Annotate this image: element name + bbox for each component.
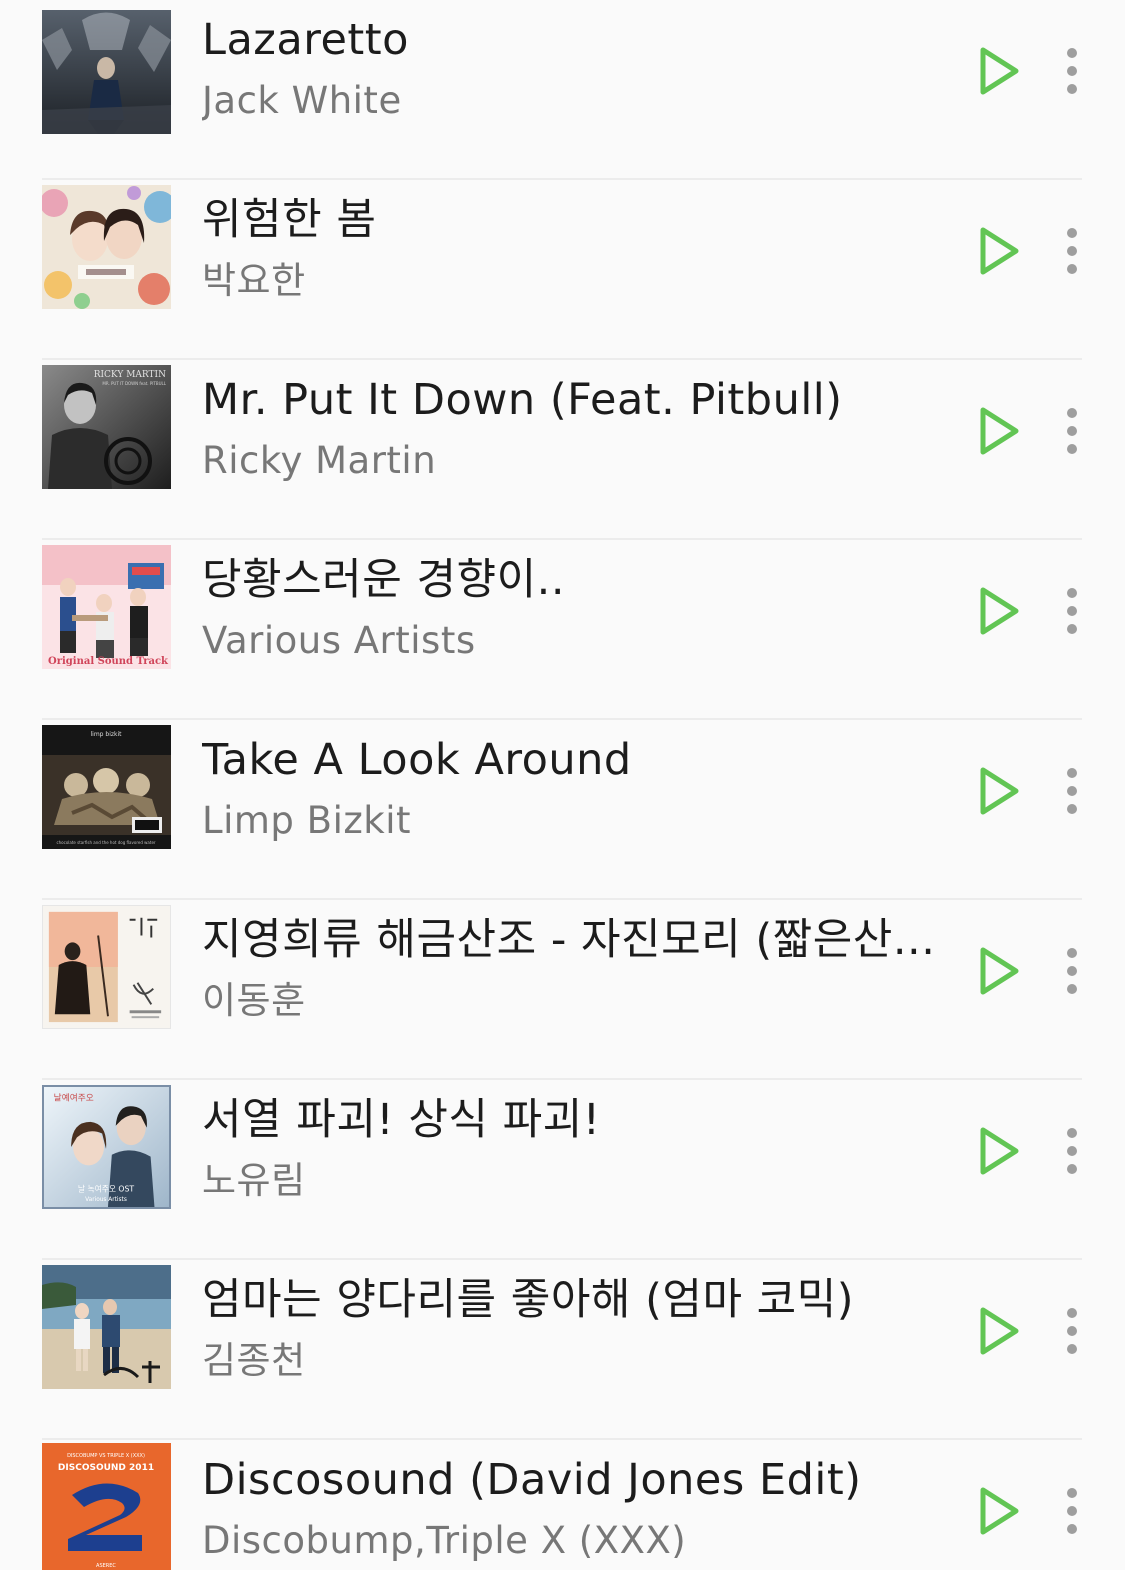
track-artist: Jack White bbox=[202, 79, 402, 122]
track-title: Take A Look Around bbox=[202, 735, 632, 785]
album-art-ricky-martin: RICKY MARTIN MR. PUT IT DOWN feat. PITBU… bbox=[42, 365, 171, 489]
track-title: 지영희류 해금산조 - 자진모리 (짧은산... bbox=[202, 915, 936, 965]
track-row[interactable]: DISCOBUMP VS TRIPLE X (XXX) DISCOSOUND 2… bbox=[0, 1440, 1125, 1570]
play-icon bbox=[980, 767, 1019, 815]
track-title: 엄마는 양다리를 좋아해 (엄마 코믹) bbox=[202, 1275, 855, 1325]
track-row[interactable]: 지영희류 해금산조 - 자진모리 (짧은산... 이동훈 bbox=[0, 900, 1125, 1080]
play-icon bbox=[980, 227, 1019, 275]
more-vertical-icon bbox=[1067, 1308, 1077, 1354]
play-button[interactable] bbox=[972, 404, 1026, 458]
track-artist: 박요한 bbox=[202, 259, 306, 302]
more-vertical-icon bbox=[1067, 228, 1077, 274]
more-vertical-icon bbox=[1067, 408, 1077, 454]
more-vertical-icon bbox=[1067, 1128, 1077, 1174]
play-icon bbox=[980, 587, 1019, 635]
track-title: Mr. Put It Down (Feat. Pitbull) bbox=[202, 375, 843, 425]
play-button[interactable] bbox=[972, 944, 1026, 998]
track-artist: 김종천 bbox=[202, 1339, 306, 1382]
play-button[interactable] bbox=[972, 1484, 1026, 1538]
more-vertical-icon bbox=[1067, 588, 1077, 634]
more-options-button[interactable] bbox=[1052, 1126, 1092, 1176]
more-options-button[interactable] bbox=[1052, 46, 1092, 96]
album-art-subtext: DISCOBUMP VS TRIPLE X (XXX) bbox=[67, 1453, 145, 1459]
album-art-lazaretto bbox=[42, 10, 171, 134]
track-title: 서열 파괴! 상식 파괴! bbox=[202, 1095, 601, 1145]
more-vertical-icon bbox=[1067, 768, 1077, 814]
more-options-button[interactable] bbox=[1052, 1486, 1092, 1536]
track-title: 위험한 봄 bbox=[202, 195, 377, 245]
album-art-haegeum bbox=[42, 905, 171, 1029]
track-row[interactable]: 날예여주오 날 녹여주오 OST Various Artists 서열 파괴! … bbox=[0, 1080, 1125, 1260]
play-icon bbox=[980, 1307, 1019, 1355]
play-icon bbox=[980, 407, 1019, 455]
album-art-subtext: Various Artists bbox=[85, 1197, 127, 1203]
play-icon bbox=[980, 47, 1019, 95]
track-artist: Ricky Martin bbox=[202, 439, 437, 482]
play-button[interactable] bbox=[972, 584, 1026, 638]
more-options-button[interactable] bbox=[1052, 946, 1092, 996]
album-art-original-sound-track: Original Sound Track bbox=[42, 545, 171, 669]
album-art-subtext: ASEREC bbox=[96, 1563, 116, 1569]
album-art-discosound: DISCOBUMP VS TRIPLE X (XXX) DISCOSOUND 2… bbox=[42, 1443, 171, 1570]
track-title: Lazaretto bbox=[202, 15, 409, 65]
album-art-text: RICKY MARTIN bbox=[94, 370, 166, 380]
track-artist: 이동훈 bbox=[202, 979, 306, 1022]
album-art-ost-blue: 날예여주오 날 녹여주오 OST Various Artists bbox=[42, 1085, 171, 1209]
track-artist: Discobump,Triple X (XXX) bbox=[202, 1519, 687, 1562]
track-row[interactable]: RICKY MARTIN MR. PUT IT DOWN feat. PITBU… bbox=[0, 360, 1125, 540]
album-art-beach bbox=[42, 1265, 171, 1389]
play-icon bbox=[980, 1127, 1019, 1175]
track-row[interactable]: 엄마는 양다리를 좋아해 (엄마 코믹) 김종천 bbox=[0, 1260, 1125, 1440]
album-art-subtext: MR. PUT IT DOWN feat. PITBULL bbox=[102, 381, 166, 386]
more-vertical-icon bbox=[1067, 48, 1077, 94]
play-button[interactable] bbox=[972, 1124, 1026, 1178]
play-icon bbox=[980, 1487, 1019, 1535]
album-art-text: limp bizkit bbox=[90, 731, 122, 738]
more-options-button[interactable] bbox=[1052, 406, 1092, 456]
album-art-limp-bizkit: limp bizkit chocolate starfish and the h… bbox=[42, 725, 171, 849]
track-artist: Limp Bizkit bbox=[202, 799, 411, 842]
album-art-ost-collage bbox=[42, 185, 171, 309]
more-options-button[interactable] bbox=[1052, 1306, 1092, 1356]
album-art-text: DISCOSOUND 2011 bbox=[58, 1463, 154, 1473]
more-options-button[interactable] bbox=[1052, 586, 1092, 636]
track-row[interactable]: limp bizkit chocolate starfish and the h… bbox=[0, 720, 1125, 900]
track-row[interactable]: 위험한 봄 박요한 bbox=[0, 180, 1125, 360]
more-vertical-icon bbox=[1067, 948, 1077, 994]
play-button[interactable] bbox=[972, 44, 1026, 98]
track-artist: Various Artists bbox=[202, 619, 476, 662]
album-art-text: 날 녹여주오 OST bbox=[78, 1184, 135, 1194]
more-options-button[interactable] bbox=[1052, 226, 1092, 276]
track-title: 당황스러운 경향이.. bbox=[202, 555, 565, 605]
svg-text:날예여주오: 날예여주오 bbox=[54, 1092, 94, 1104]
track-artist: 노유림 bbox=[202, 1159, 306, 1202]
more-vertical-icon bbox=[1067, 1488, 1077, 1534]
more-options-button[interactable] bbox=[1052, 766, 1092, 816]
album-art-subtext: chocolate starfish and the hot dog flavo… bbox=[56, 840, 155, 845]
play-button[interactable] bbox=[972, 764, 1026, 818]
play-button[interactable] bbox=[972, 1304, 1026, 1358]
track-row[interactable]: Lazaretto Jack White bbox=[0, 0, 1125, 180]
track-title: Discosound (David Jones Edit) bbox=[202, 1455, 862, 1505]
track-row[interactable]: Original Sound Track 당황스러운 경향이.. Various… bbox=[0, 540, 1125, 720]
play-button[interactable] bbox=[972, 224, 1026, 278]
play-icon bbox=[980, 947, 1019, 995]
album-art-text: Original Sound Track bbox=[48, 656, 169, 667]
